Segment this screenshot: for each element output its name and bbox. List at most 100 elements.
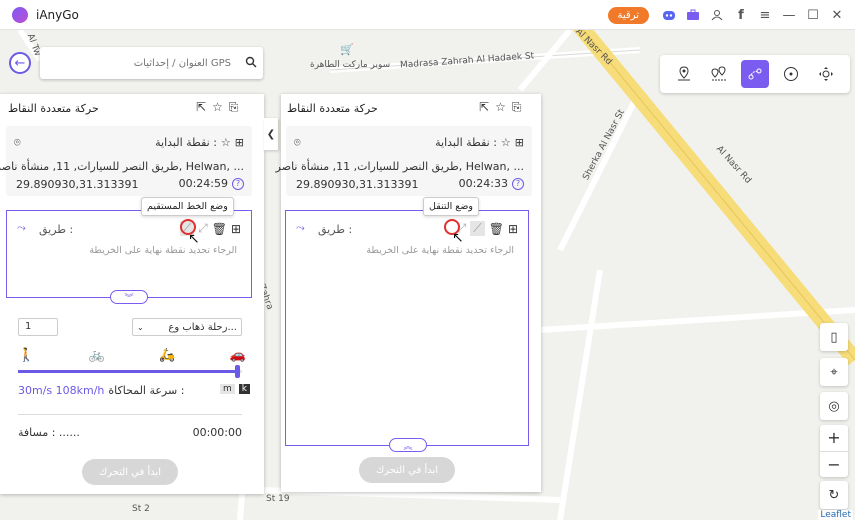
move-mode-icon[interactable] (812, 60, 840, 88)
star-icon[interactable]: ☆ (495, 100, 506, 115)
unit-m-toggle[interactable]: m (220, 384, 235, 394)
share-icon[interactable]: ⇱ (196, 100, 206, 115)
zoom-out-button[interactable]: − (820, 452, 848, 478)
panel-header-icons: ⇱ ☆ ⎘ (196, 100, 238, 115)
map-label-st2: St 2 (132, 504, 150, 514)
title-bar: iAnyGo ترقية f ≡ — ☐ ✕ (0, 0, 855, 30)
leaflet-attribution[interactable]: Leaflet (818, 510, 853, 520)
add-folder-icon[interactable]: ⊞ (235, 136, 244, 149)
route-label: طريق : (39, 223, 74, 236)
map-label-st19: St 19 (266, 494, 290, 504)
navigation-mode-tooltip: وضع التنقل (423, 197, 479, 216)
route-icon: ⤳ (296, 221, 305, 234)
favorite-location-button[interactable]: ⌖ (820, 358, 848, 386)
import-route-icon[interactable]: ⎘ (512, 100, 522, 115)
delete-icon[interactable]: 🗑 (212, 222, 227, 236)
toolbox-icon[interactable] (683, 5, 703, 25)
panel-title: حركة متعددة النقاط (8, 102, 99, 115)
multi-spot-mode-icon[interactable] (740, 60, 769, 88)
zoom-control: + − (820, 425, 848, 477)
straight-line-tooltip: وضع الخط المستقيم (141, 197, 234, 216)
star-icon[interactable]: ☆ (212, 100, 223, 115)
trip-type-value: رحلة ذهاب وع... (168, 321, 237, 333)
mode-toolbar (660, 55, 850, 93)
unit-k-toggle[interactable]: k (238, 384, 250, 394)
mouse-cursor-icon: ↖ (452, 230, 464, 246)
route-icon: ⤳ (17, 221, 26, 234)
speed-modes: 🚶 🚲 🛵 🚗 (18, 348, 246, 363)
start-coords: 29.890930,31.313391 (296, 178, 419, 191)
speed-label: سرعة المحاكاة : (108, 384, 185, 397)
help-icon[interactable]: ? (512, 177, 524, 190)
chevron-down-icon: ︾ (124, 293, 134, 304)
back-button[interactable]: ← (9, 52, 31, 74)
divider (18, 414, 242, 415)
start-moving-button[interactable]: ابدأ في التحرك (82, 459, 178, 485)
refresh-icon: ↻ (828, 487, 840, 503)
add-folder-icon[interactable]: ⊞ (515, 136, 524, 149)
chevron-left-icon: ❮ (266, 128, 276, 140)
speed-slider-thumb[interactable] (234, 365, 240, 378)
scooter-icon[interactable]: 🛵 (159, 348, 175, 363)
search-icon[interactable] (239, 56, 263, 71)
collapse-panel-button[interactable]: ❮ (264, 118, 278, 150)
user-icon[interactable] (707, 5, 727, 25)
start-coords: 29.890930,31.313391 (16, 178, 139, 191)
joystick-mode-icon[interactable] (777, 60, 805, 88)
zoom-in-button[interactable]: + (820, 425, 848, 452)
star-icon[interactable]: ☆ (501, 136, 511, 149)
two-spot-mode-icon[interactable] (705, 60, 733, 88)
collapse-button[interactable]: ︽ (389, 438, 427, 452)
route-hint: الرجاء تحديد نقطة نهاية على الخريطة (89, 245, 237, 256)
start-moving-button[interactable]: ابدأ في التحرك (359, 457, 455, 483)
distance-label: مسافة : ...... (18, 426, 80, 439)
reset-button[interactable]: ↻ (820, 481, 848, 509)
loop-count-input[interactable]: 1 (18, 318, 58, 336)
panel-title: حركة متعددة النقاط (287, 102, 378, 115)
start-address: طريق النصر للسيارات, 11, منشأة ناصر, Hel… (0, 160, 244, 173)
expand-button[interactable]: ︾ (110, 290, 148, 304)
start-point-card: ⌾ نقطة البداية : ☆ ⊞ طريق النصر للسيارات… (0, 126, 252, 196)
import-route-icon[interactable]: ⎘ (229, 100, 239, 115)
minimize-icon[interactable]: — (779, 5, 799, 25)
teleport-mode-icon[interactable] (670, 60, 698, 88)
start-time: 00:24:59 (178, 177, 228, 190)
car-icon[interactable]: 🚗 (230, 348, 246, 363)
straight-line-mode-icon[interactable]: ⟋ (470, 221, 485, 236)
multi-spot-panel-right: حركة متعددة النقاط ⇱ ☆ ⎘ ⌾ نقطة البداية … (276, 94, 541, 492)
multi-spot-panel-left: حركة متعددة النقاط ⇱ ☆ ⎘ ⌾ نقطة البداية … (0, 94, 264, 494)
title-bar-controls: ترقية f ≡ — ☐ ✕ (607, 0, 847, 30)
menu-icon[interactable]: ≡ (755, 5, 775, 25)
start-address: طريق النصر للسيارات, 11, منشأة ناصر, Hel… (275, 160, 524, 173)
share-icon[interactable]: ⇱ (479, 100, 489, 115)
add-folder-icon[interactable]: ⊞ (508, 222, 518, 236)
count-stepper: 1 (18, 318, 58, 336)
map-label-market: سوبر ماركت الطاهرة (310, 60, 391, 70)
help-icon[interactable]: ? (232, 177, 244, 190)
delete-icon[interactable]: 🗑 (489, 222, 504, 236)
panel-header-icons: ⇱ ☆ ⎘ (479, 100, 521, 115)
star-icon[interactable]: ☆ (221, 136, 231, 149)
my-location-button[interactable]: ◎ (820, 392, 848, 420)
trip-type-select[interactable]: ⌄ رحلة ذهاب وع... (132, 318, 242, 336)
bicycle-icon[interactable]: 🚲 (89, 348, 105, 363)
add-folder-icon[interactable]: ⊞ (231, 222, 241, 236)
discord-icon[interactable] (659, 5, 679, 25)
upgrade-button[interactable]: ترقية (607, 6, 649, 24)
device-button[interactable]: ▯ (820, 323, 848, 351)
route-hint: الرجاء تحديد نقطة نهاية على الخريطة (366, 245, 514, 256)
close-icon[interactable]: ✕ (827, 5, 847, 25)
start-point-label: نقطة البداية : (155, 136, 217, 149)
start-time: 00:24:33 (458, 177, 508, 190)
app-logo-icon (12, 6, 28, 23)
chevron-up-icon: ︽ (403, 441, 413, 452)
location-pin-icon: ⌖ (830, 364, 838, 380)
map-pin-market-icon: 🛒 (340, 43, 354, 56)
app-name: iAnyGo (36, 7, 79, 22)
walk-icon[interactable]: 🚶 (18, 348, 34, 363)
device-icon: ▯ (830, 329, 838, 345)
search-input[interactable] (40, 57, 239, 69)
speed-slider[interactable] (18, 365, 242, 378)
facebook-icon[interactable]: f (731, 5, 751, 25)
maximize-icon[interactable]: ☐ (803, 5, 823, 25)
